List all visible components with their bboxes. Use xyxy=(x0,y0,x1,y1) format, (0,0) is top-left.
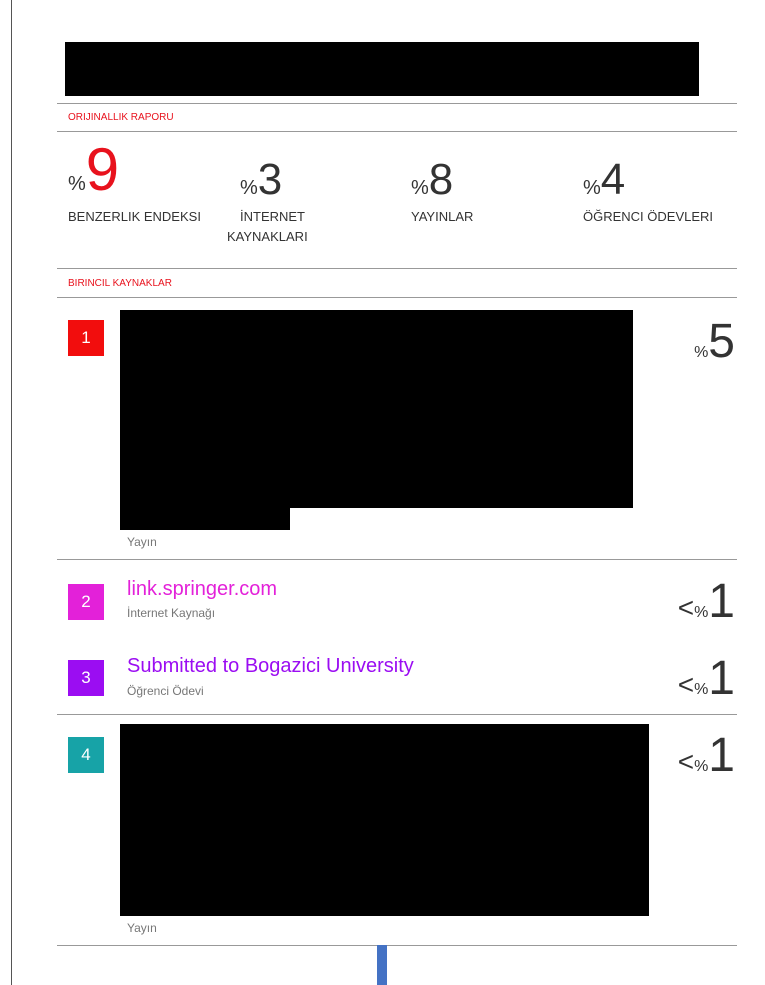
primary-sources-heading: BIRINCIL KAYNAKLAR xyxy=(68,278,172,289)
percent-sign: % xyxy=(694,681,709,698)
source-index-badge: 3 xyxy=(68,660,104,696)
student-papers-stat: %4 xyxy=(583,158,625,202)
source-match-percent: %5 xyxy=(694,318,735,366)
redacted-source-title xyxy=(120,724,649,916)
source-type: İnternet Kaynağı xyxy=(127,606,216,620)
publications-label: YAYINLAR xyxy=(411,209,474,224)
source-index-badge: 4 xyxy=(68,737,104,773)
percent-sign: % xyxy=(68,173,86,195)
internet-sources-label-line2: KAYNAKLARI xyxy=(227,229,308,244)
percent-sign: % xyxy=(240,177,258,199)
divider xyxy=(57,131,737,132)
source-match-percent: <%1 xyxy=(678,732,735,780)
internet-sources-stat: %3 xyxy=(240,158,282,202)
less-than-sign: < xyxy=(677,592,695,623)
divider xyxy=(57,103,737,104)
source-index-badge: 1 xyxy=(68,320,104,356)
scroll-indicator xyxy=(377,945,387,985)
source-type: Öğrenci Ödevi xyxy=(127,684,204,698)
redacted-source-title xyxy=(120,508,290,530)
student-papers-value: 4 xyxy=(600,155,626,204)
publications-stat: %8 xyxy=(411,158,453,202)
page-left-border xyxy=(11,0,12,985)
originality-report-heading: ORIJINALLIK RAPORU xyxy=(68,112,174,123)
percent-sign: % xyxy=(694,604,709,621)
similarity-index-label: BENZERLIK ENDEKSI xyxy=(68,209,201,224)
similarity-index-stat: %9 xyxy=(68,140,119,200)
publications-value: 8 xyxy=(428,155,454,204)
source-link[interactable]: link.springer.com xyxy=(127,578,277,601)
source-type: Yayın xyxy=(127,921,157,935)
internet-sources-label: İNTERNET xyxy=(240,209,305,224)
source-type: Yayın xyxy=(127,535,157,549)
student-papers-label: ÖĞRENCI ÖDEVLERI xyxy=(583,209,714,224)
match-value: 1 xyxy=(708,575,735,628)
source-match-percent: <%1 xyxy=(678,578,735,626)
match-value: 1 xyxy=(708,729,735,782)
divider xyxy=(57,268,737,269)
source-match-percent: <%1 xyxy=(678,655,735,703)
divider xyxy=(57,945,737,946)
divider xyxy=(57,714,737,715)
source-title[interactable]: Submitted to Bogazici University xyxy=(127,655,414,678)
similarity-index-value: 9 xyxy=(85,136,120,203)
percent-sign: % xyxy=(694,344,709,361)
less-than-sign: < xyxy=(677,669,695,700)
internet-sources-value: 3 xyxy=(257,155,283,204)
redacted-title xyxy=(65,42,699,96)
divider xyxy=(57,297,737,298)
divider xyxy=(57,559,737,560)
match-value: 1 xyxy=(708,652,735,705)
percent-sign: % xyxy=(411,177,429,199)
source-index-badge: 2 xyxy=(68,584,104,620)
less-than-sign: < xyxy=(677,746,695,777)
redacted-source-title xyxy=(120,310,633,508)
percent-sign: % xyxy=(583,177,601,199)
percent-sign: % xyxy=(694,758,709,775)
match-value: 5 xyxy=(708,315,735,368)
